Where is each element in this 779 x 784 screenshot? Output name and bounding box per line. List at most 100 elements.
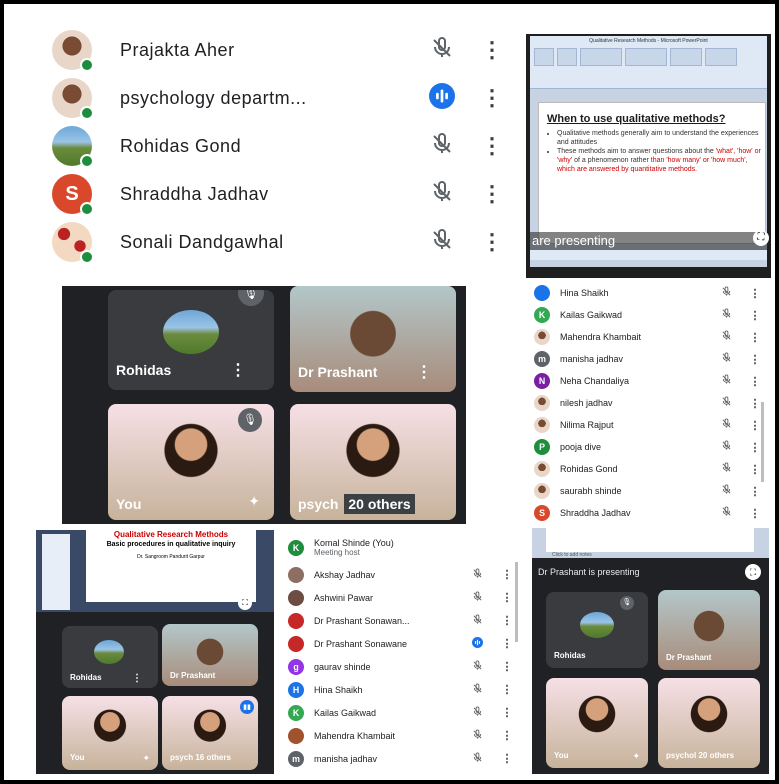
- participant-row[interactable]: Mahendra Khambait ⋮: [288, 724, 520, 747]
- fullscreen-button[interactable]: ⛶: [745, 564, 761, 580]
- speaking-icon: [412, 82, 472, 114]
- participant-row[interactable]: Ashwini Pawar ⋮: [288, 586, 520, 609]
- participant-avatar: [534, 395, 550, 411]
- more-options-icon[interactable]: ⋮: [494, 752, 520, 765]
- others-count[interactable]: 16 others: [195, 753, 231, 762]
- more-options-icon[interactable]: ⋮: [742, 507, 768, 520]
- participant-row[interactable]: Rohidas Gond ⋮: [52, 122, 512, 170]
- participant-row[interactable]: m manisha jadhav ⋮: [534, 348, 768, 370]
- more-options-icon[interactable]: ⋮: [742, 419, 768, 432]
- more-options-icon[interactable]: ⋮: [742, 463, 768, 476]
- mic-off-icon: [412, 180, 472, 209]
- effects-icon[interactable]: ✦: [632, 751, 640, 762]
- participant-name: Neha Chandaliya: [560, 376, 630, 386]
- mic-off-icon: [710, 284, 742, 302]
- bottom-right-screen: Click to add notes Dr Prashant is presen…: [532, 528, 769, 774]
- participant-name: Akshay Jadhav: [314, 569, 376, 580]
- others-count[interactable]: 20 others: [698, 751, 734, 760]
- fullscreen-button[interactable]: ⛶: [753, 230, 769, 246]
- more-options-icon[interactable]: ⋮: [742, 287, 768, 300]
- participant-name-group: manisha jadhav: [560, 354, 710, 364]
- more-options-icon[interactable]: ⋮: [472, 85, 512, 111]
- participant-avatar: [288, 635, 304, 652]
- participant-avatar: [534, 461, 550, 477]
- more-options-icon[interactable]: ⋮: [742, 397, 768, 410]
- others-count[interactable]: 20 others: [344, 494, 415, 514]
- more-options-icon[interactable]: ⋮: [230, 360, 246, 380]
- participant-row[interactable]: S Shraddha Jadhav ⋮: [52, 170, 512, 218]
- mic-off-icon: [710, 438, 742, 456]
- fullscreen-button[interactable]: ⛶: [238, 596, 252, 610]
- participant-avatar: [534, 329, 550, 345]
- participant-row[interactable]: N Neha Chandaliya ⋮: [534, 370, 768, 392]
- participant-row[interactable]: Dr Prashant Sonawane ⋮: [288, 632, 520, 655]
- participant-row[interactable]: m manisha jadhav ⋮: [288, 747, 520, 770]
- more-options-icon[interactable]: ⋮: [494, 706, 520, 719]
- more-options-icon[interactable]: ⋮: [472, 181, 512, 207]
- more-options-icon[interactable]: ⋮: [494, 683, 520, 696]
- more-options-icon[interactable]: ⋮: [472, 37, 512, 63]
- more-options-icon[interactable]: ⋮: [742, 441, 768, 454]
- participant-row[interactable]: S Shraddha Jadhav ⋮: [534, 502, 768, 524]
- participant-name-group: Ashwini Pawar: [314, 593, 460, 603]
- scrollbar[interactable]: [515, 562, 518, 642]
- participant-row[interactable]: H Hina Shaikh ⋮: [288, 678, 520, 701]
- participant-row[interactable]: Prajakta Aher ⋮: [52, 26, 512, 74]
- effects-icon[interactable]: ✦: [248, 493, 260, 510]
- participant-row[interactable]: Mahendra Khambait ⋮: [534, 326, 768, 348]
- more-options-icon[interactable]: ⋮: [742, 485, 768, 498]
- participant-avatar: m: [288, 750, 304, 767]
- br-tile-psych: psychol 20 others: [658, 678, 760, 768]
- bl-tile-you: You ✦: [62, 696, 158, 770]
- ppt-ribbon: Qualitative Research Methods - Microsoft…: [530, 36, 767, 89]
- participant-row[interactable]: K Kailas Gaikwad ⋮: [534, 304, 768, 326]
- participant-row[interactable]: K Komal Shinde (You) Meeting host: [288, 532, 520, 563]
- bl-slide-presenter: Dr. Sangroom Pandurit Garpur: [137, 554, 205, 560]
- bottom-left-screen: Qualitative Research Methods Basic proce…: [36, 530, 274, 774]
- participant-name: Shraddha Jadhav: [560, 508, 631, 518]
- participant-avatar: K: [534, 307, 550, 323]
- more-options-icon[interactable]: ⋮: [472, 133, 512, 159]
- speaking-icon: [460, 635, 494, 653]
- participant-row[interactable]: K Kailas Gaikwad ⋮: [288, 701, 520, 724]
- participant-name: psychology departm...: [120, 87, 307, 108]
- participant-row[interactable]: Sonali Dandgawhal ⋮: [52, 218, 512, 266]
- rohidas-avatar: [163, 310, 219, 354]
- mic-off-icon: [710, 460, 742, 478]
- more-options-icon[interactable]: ⋮: [742, 309, 768, 322]
- more-options-icon[interactable]: ⋮: [742, 331, 768, 344]
- more-options-icon[interactable]: ⋮: [416, 362, 432, 382]
- participant-row[interactable]: Hina Shaikh ⋮: [534, 282, 768, 304]
- more-options-icon[interactable]: ⋮: [494, 729, 520, 742]
- more-options-icon[interactable]: ⋮: [742, 353, 768, 366]
- scrollbar[interactable]: [761, 402, 764, 482]
- presentation-screen-top-right: Qualitative Research Methods - Microsoft…: [526, 34, 771, 278]
- more-options-icon[interactable]: ⋮: [132, 673, 142, 684]
- participant-row[interactable]: Ppooja dive ⋮: [534, 436, 768, 458]
- participant-name: manisha jadhav: [314, 753, 378, 764]
- participant-row[interactable]: g gaurav shinde ⋮: [288, 655, 520, 678]
- more-options-icon[interactable]: ⋮: [472, 229, 512, 255]
- participant-row[interactable]: nilesh jadhav ⋮: [534, 392, 768, 414]
- mic-off-icon: [710, 482, 742, 500]
- participant-row[interactable]: Akshay Jadhav ⋮: [288, 563, 520, 586]
- mic-off-icon: [710, 328, 742, 346]
- tile-psych: psych 20 others: [290, 404, 456, 520]
- participant-row[interactable]: psychology departm... ⋮: [52, 74, 512, 122]
- participant-row[interactable]: saurabh shinde ⋮: [534, 480, 768, 502]
- mic-off-icon: 🎙: [238, 290, 264, 306]
- more-options-icon[interactable]: ⋮: [494, 660, 520, 673]
- participant-avatar: [288, 589, 304, 606]
- participant-row[interactable]: Rohidas Gond ⋮: [534, 458, 768, 480]
- mic-off-icon: [412, 132, 472, 161]
- participant-row[interactable]: Dr Prashant Sonawan... ⋮: [288, 609, 520, 632]
- mic-off-icon: 🎙: [238, 408, 262, 432]
- participant-name: Mahendra Khambait: [560, 332, 642, 342]
- effects-icon[interactable]: ✦: [142, 753, 150, 764]
- bl-tile-psych: psych 16 others ▮▮: [162, 696, 258, 770]
- mic-off-icon: [710, 394, 742, 412]
- participant-name: Dr Prashant Sonawane: [314, 638, 408, 649]
- mic-off-icon: [460, 750, 494, 768]
- participant-row[interactable]: Nilima Rajput ⋮: [534, 414, 768, 436]
- more-options-icon[interactable]: ⋮: [742, 375, 768, 388]
